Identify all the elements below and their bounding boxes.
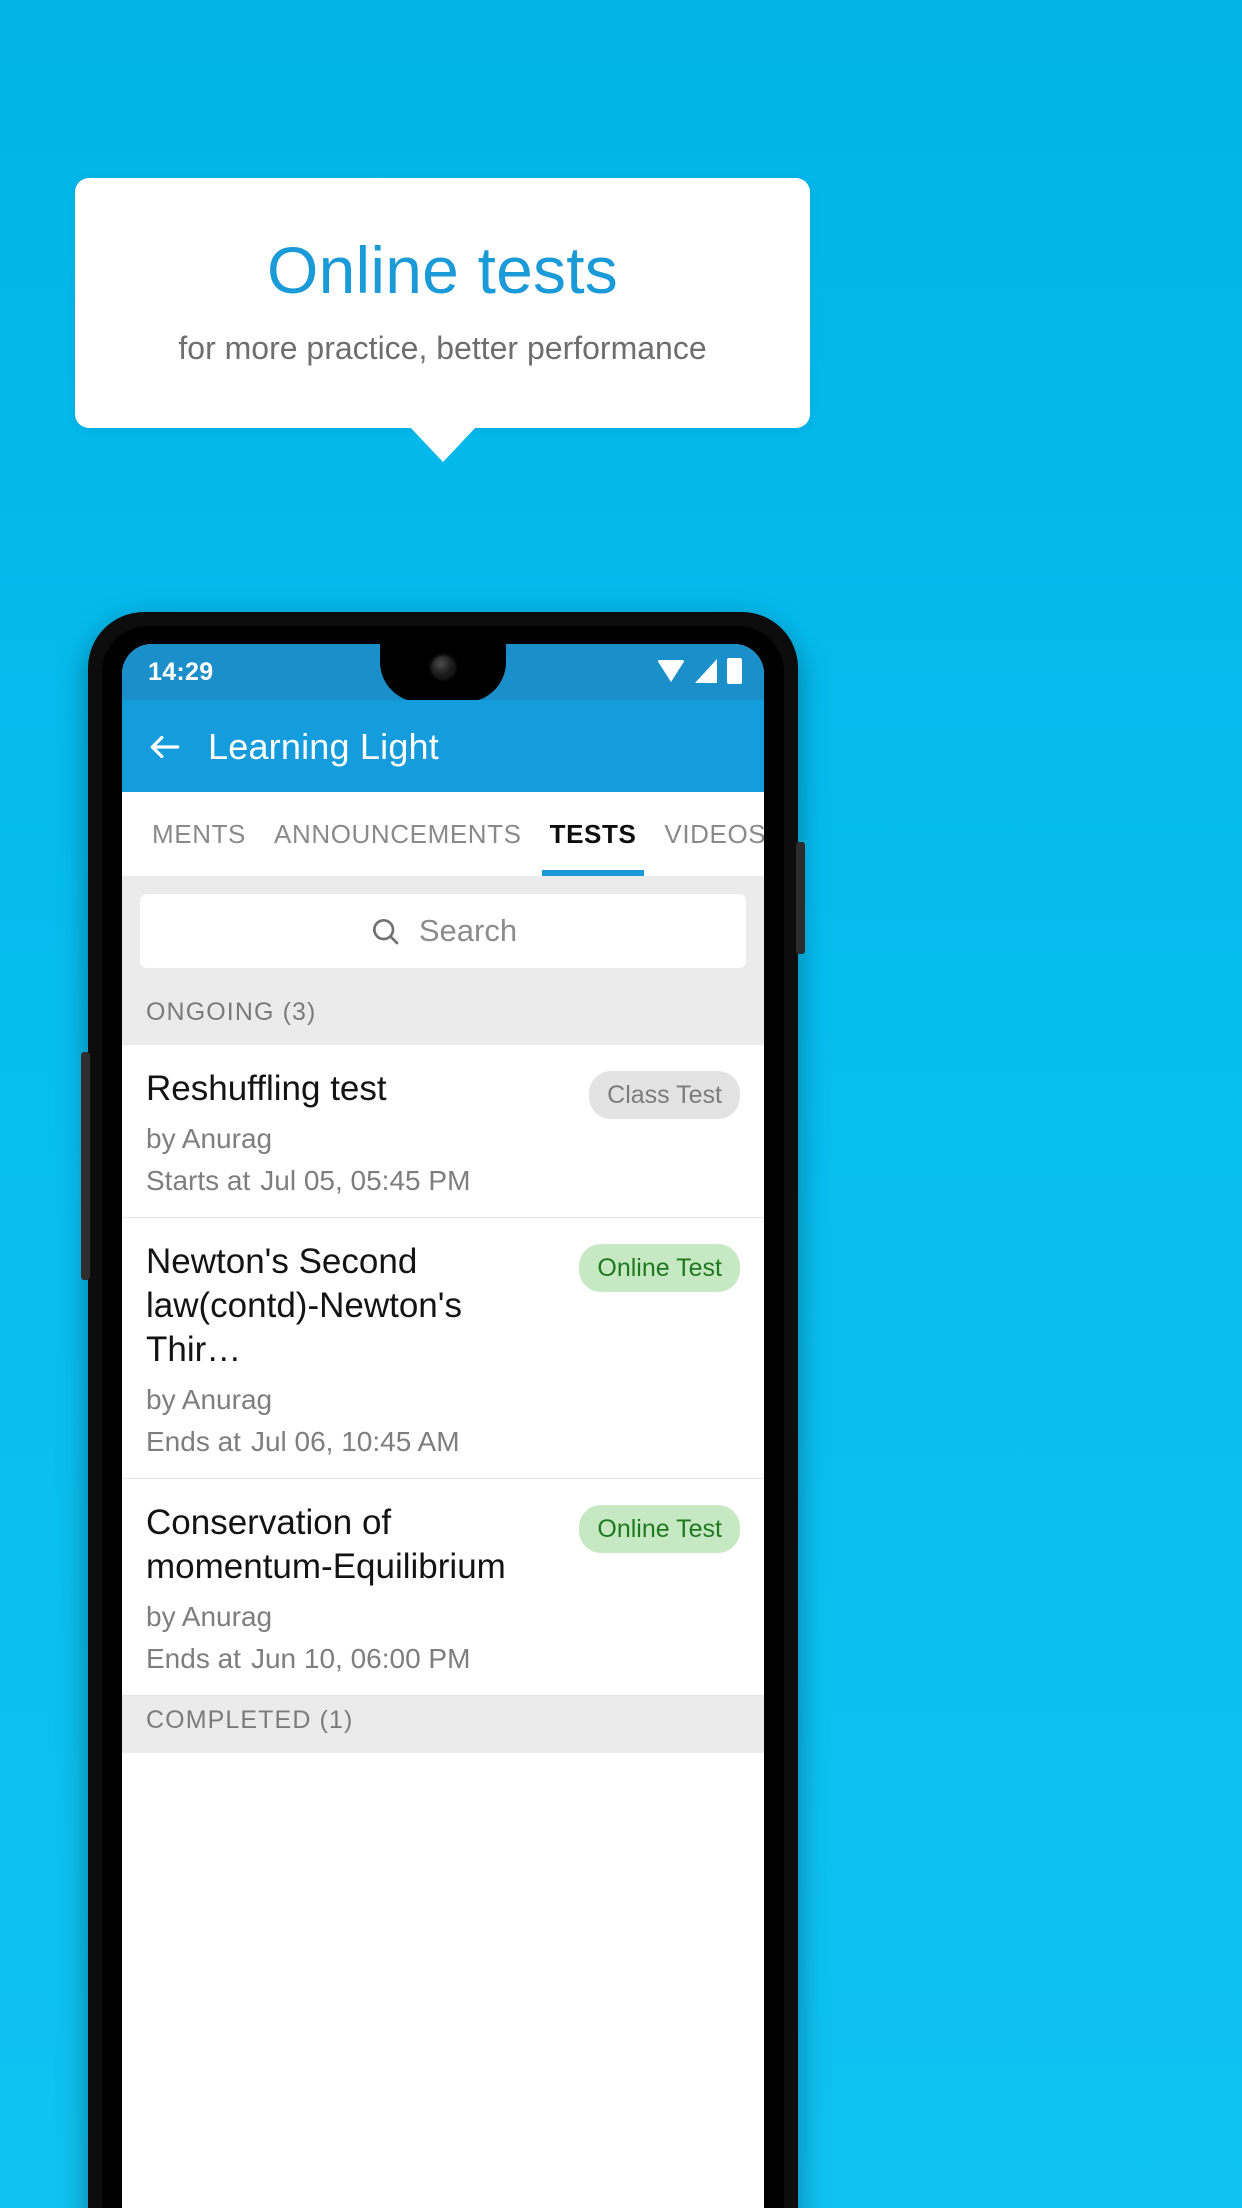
test-title: Newton's Second law(contd)-Newton's Thir… (146, 1242, 462, 1369)
tab-announcements[interactable]: ANNOUNCEMENTS (260, 792, 536, 876)
test-schedule-label: Ends at (146, 1643, 241, 1674)
back-arrow-icon[interactable] (146, 728, 184, 766)
tests-list: Search ONGOING (3) Reshuffling test by A… (122, 876, 764, 2208)
signal-icon (695, 659, 717, 683)
test-author: by Anurag (146, 1123, 273, 1154)
section-header-completed: COMPLETED (1) (122, 1696, 764, 1753)
test-schedule: Ends at Jun 10, 06:00 PM (146, 1643, 740, 1675)
test-schedule-value: Jun 10, 06:00 PM (250, 1643, 471, 1674)
test-title: Reshuffling test (146, 1069, 387, 1108)
test-schedule-value: Jul 06, 10:45 AM (250, 1426, 460, 1457)
search-icon (369, 915, 401, 947)
promo-subtitle: for more practice, better performance (178, 330, 707, 366)
phone-volume-button[interactable] (81, 1052, 90, 1280)
test-schedule-value: Jul 05, 05:45 PM (260, 1165, 471, 1196)
test-author: by Anurag (146, 1384, 273, 1415)
promo-card-tail (409, 426, 477, 462)
tab-assignments[interactable]: MENTS (138, 792, 260, 876)
test-list-item[interactable]: Newton's Second law(contd)-Newton's Thir… (122, 1218, 764, 1479)
app-bar: Learning Light (122, 700, 764, 792)
search-container: Search (122, 876, 764, 988)
promo-screenshot: Online tests for more practice, better p… (0, 0, 1242, 2208)
phone-power-button[interactable] (796, 842, 805, 954)
status-bar-icons (657, 658, 742, 684)
status-badge: Online Test (579, 1244, 740, 1292)
tab-bar: MENTS ANNOUNCEMENTS TESTS VIDEOS (122, 792, 764, 876)
battery-icon (727, 658, 742, 684)
page-title: Learning Light (208, 726, 439, 767)
tab-tests[interactable]: TESTS (536, 792, 651, 876)
phone-screen: 14:29 Learning Light MENTS ANNOUNCEMENTS… (122, 644, 764, 2208)
test-schedule-label: Starts at (146, 1165, 251, 1196)
status-badge: Class Test (589, 1071, 740, 1119)
phone-notch (380, 644, 506, 702)
search-placeholder: Search (418, 913, 518, 948)
tab-videos[interactable]: VIDEOS (650, 792, 764, 876)
test-schedule: Ends at Jul 06, 10:45 AM (146, 1426, 740, 1458)
promo-card: Online tests for more practice, better p… (75, 178, 810, 428)
test-author: by Anurag (146, 1601, 273, 1632)
status-badge: Online Test (579, 1505, 740, 1553)
test-title: Conservation of momentum-Equilibrium (146, 1503, 506, 1586)
test-list-item[interactable]: Conservation of momentum-Equilibrium by … (122, 1479, 764, 1696)
status-bar-clock: 14:29 (148, 658, 214, 686)
test-schedule-label: Ends at (146, 1426, 241, 1457)
phone-mockup: 14:29 Learning Light MENTS ANNOUNCEMENTS… (81, 612, 805, 2208)
wifi-icon (657, 660, 685, 682)
test-list-item[interactable]: Reshuffling test by Anurag Starts at Jul … (122, 1045, 764, 1218)
status-bar: 14:29 (122, 644, 764, 702)
section-header-ongoing: ONGOING (3) (122, 988, 764, 1045)
search-input[interactable]: Search (140, 894, 746, 968)
promo-title: Online tests (267, 233, 618, 307)
test-schedule: Starts at Jul 05, 05:45 PM (146, 1165, 740, 1197)
front-camera-icon (432, 656, 454, 678)
